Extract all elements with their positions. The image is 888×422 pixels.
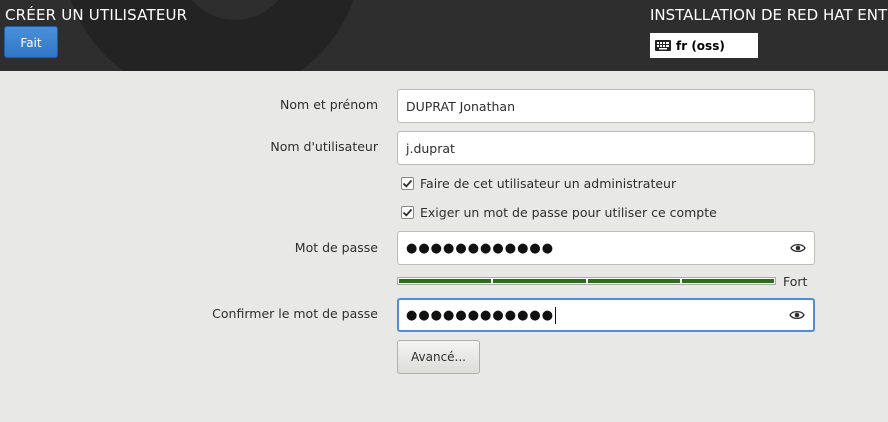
checkmark-icon — [402, 208, 413, 217]
product-title: INSTALLATION DE RED HAT ENTE — [650, 6, 888, 24]
eye-icon[interactable] — [790, 242, 806, 254]
username-field[interactable]: j.duprat — [397, 131, 815, 165]
keyboard-layout-label: fr (oss) — [676, 38, 725, 53]
username-label: Nom d'utilisateur — [270, 139, 378, 154]
fullname-field[interactable]: DUPRAT Jonathan — [397, 89, 815, 123]
confirm-password-masked-value: ●●●●●●●●●●●● — [406, 307, 555, 323]
done-button[interactable]: Fait — [4, 26, 58, 58]
checkmark-icon — [402, 179, 413, 188]
strength-segment — [493, 279, 586, 283]
keyboard-layout-indicator[interactable]: fr (oss) — [650, 33, 758, 58]
strength-segment — [681, 279, 774, 283]
keyboard-icon — [655, 40, 671, 51]
strength-segment — [587, 279, 680, 283]
text-cursor — [555, 306, 557, 324]
strength-segment — [399, 279, 492, 283]
admin-checkbox[interactable] — [401, 177, 414, 190]
require-password-checkbox[interactable] — [401, 206, 414, 219]
require-password-checkbox-label: Exiger un mot de passe pour utiliser ce … — [420, 205, 717, 220]
admin-checkbox-label: Faire de cet utilisateur un administrate… — [420, 176, 677, 191]
password-field[interactable]: ●●●●●●●●●●●● — [397, 231, 815, 265]
fullname-value: DUPRAT Jonathan — [406, 98, 516, 114]
page-title: CRÉER UN UTILISATEUR — [5, 6, 188, 24]
password-strength-label: Fort — [783, 274, 808, 289]
username-value: j.duprat — [406, 140, 455, 156]
password-masked-value: ●●●●●●●●●●●● — [406, 240, 555, 256]
advanced-button[interactable]: Avancé... — [397, 340, 480, 374]
confirm-password-label: Confirmer le mot de passe — [212, 306, 378, 321]
header-bar: CRÉER UN UTILISATEUR Fait INSTALLATION D… — [0, 0, 888, 71]
password-label: Mot de passe — [294, 240, 378, 255]
fullname-label: Nom et prénom — [280, 97, 378, 112]
require-password-checkbox-row[interactable]: Exiger un mot de passe pour utiliser ce … — [401, 205, 717, 220]
confirm-password-field[interactable]: ●●●●●●●●●●●● — [397, 298, 815, 332]
admin-checkbox-row[interactable]: Faire de cet utilisateur un administrate… — [401, 176, 676, 191]
password-strength-meter — [397, 277, 776, 285]
eye-icon[interactable] — [789, 309, 805, 321]
